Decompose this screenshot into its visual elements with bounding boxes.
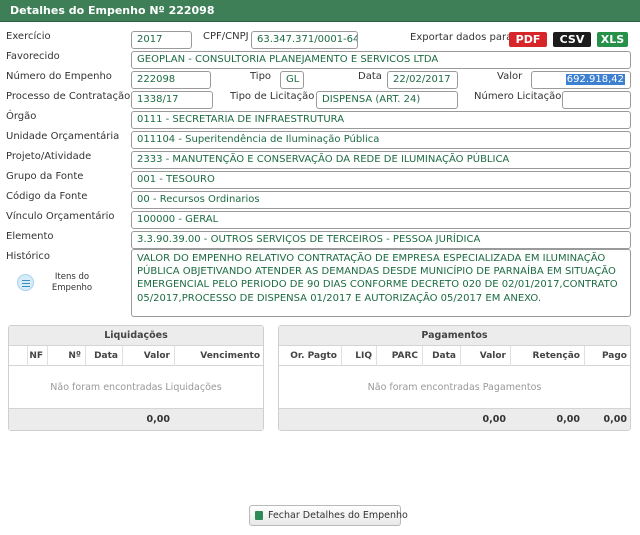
pag-col-valor[interactable]: Valor bbox=[460, 346, 510, 366]
pagamentos-header-row: Or. Pagto LIQ PARC Data Valor Retenção P… bbox=[279, 346, 630, 366]
field-numero-empenho[interactable]: 222098 bbox=[131, 71, 211, 89]
field-unidade[interactable]: 011104 - Superitendência de Iluminação P… bbox=[131, 131, 631, 149]
label-vinculo: Vínculo Orçamentário bbox=[6, 211, 115, 222]
field-valor[interactable]: 692.918,42 bbox=[531, 71, 631, 89]
field-grupo-fonte[interactable]: 001 - TESOURO bbox=[131, 171, 631, 189]
field-data[interactable]: 22/02/2017 bbox=[387, 71, 458, 89]
liq-col-vencimento[interactable]: Vencimento bbox=[174, 346, 264, 366]
export-pdf-button[interactable]: PDF bbox=[509, 32, 547, 47]
itens-label-line2: Empenho bbox=[51, 283, 93, 293]
liquidacoes-panel: Liquidações NF Nº Data Valor Vencimento … bbox=[8, 325, 264, 431]
liq-col-nf[interactable]: NF bbox=[27, 346, 47, 366]
liquidacoes-empty-message: Não foram encontradas Liquidações bbox=[50, 382, 222, 393]
field-elemento[interactable]: 3.3.90.39.00 - OUTROS SERVIÇOS DE TERCEI… bbox=[131, 231, 631, 249]
field-favorecido[interactable]: GEOPLAN - CONSULTORIA PLANEJAMENTO E SER… bbox=[131, 51, 631, 69]
field-codigo-fonte[interactable]: 00 - Recursos Ordinarios bbox=[131, 191, 631, 209]
liq-col-valor[interactable]: Valor bbox=[122, 346, 174, 366]
label-numero-empenho: Número do Empenho bbox=[6, 71, 112, 82]
field-numero-licitacao[interactable] bbox=[562, 91, 631, 109]
pagamentos-footer: 0,00 0,00 0,00 bbox=[279, 408, 630, 430]
export-xls-button[interactable]: XLS bbox=[597, 32, 628, 47]
field-processo[interactable]: 1338/17 bbox=[131, 91, 213, 109]
field-tipo-licitacao[interactable]: DISPENSA (ART. 24) bbox=[316, 91, 458, 109]
close-door-icon bbox=[255, 511, 263, 520]
liq-col-data[interactable]: Data bbox=[85, 346, 122, 366]
field-historico[interactable]: VALOR DO EMPENHO RELATIVO CONTRATAÇÃO DE… bbox=[131, 249, 631, 317]
itens-empenho-link[interactable]: Itens do Empenho bbox=[50, 272, 94, 294]
pag-col-liq[interactable]: LIQ bbox=[341, 346, 376, 366]
field-exercicio[interactable]: 2017 bbox=[131, 31, 192, 49]
dialog-title-bar: Detalhes do Empenho Nº 222098 bbox=[0, 0, 640, 22]
label-tipo-licitacao: Tipo de Licitação bbox=[230, 91, 315, 102]
close-details-label: Fechar Detalhes do Empenho bbox=[268, 510, 408, 521]
list-icon[interactable] bbox=[17, 274, 34, 291]
field-vinculo[interactable]: 100000 - GERAL bbox=[131, 211, 631, 229]
label-grupo-fonte: Grupo da Fonte bbox=[6, 171, 84, 182]
field-projeto[interactable]: 2333 - MANUTENÇÃO E CONSERVAÇÃO DA REDE … bbox=[131, 151, 631, 169]
label-tipo: Tipo bbox=[250, 71, 272, 82]
pag-col-pago[interactable]: Pago bbox=[584, 346, 631, 366]
itens-label-line1: Itens do bbox=[54, 272, 90, 282]
liquidacoes-footer: 0,00 bbox=[9, 408, 263, 430]
pagamentos-total-retencao: 0,00 bbox=[556, 414, 580, 425]
label-numero-licitacao: Número Licitação bbox=[474, 91, 562, 102]
field-tipo[interactable]: GL bbox=[280, 71, 304, 89]
pagamentos-total-valor: 0,00 bbox=[482, 414, 506, 425]
liquidacoes-title: Liquidações bbox=[9, 326, 263, 346]
label-orgao: Órgão bbox=[6, 111, 37, 122]
pagamentos-total-pago: 0,00 bbox=[603, 414, 627, 425]
label-historico: Histórico bbox=[6, 251, 51, 262]
dialog-title: Detalhes do Empenho Nº 222098 bbox=[10, 4, 215, 17]
label-projeto: Projeto/Atividade bbox=[6, 151, 92, 162]
liquidacoes-total: 0,00 bbox=[146, 414, 170, 425]
label-exportar: Exportar dados para: bbox=[410, 32, 516, 43]
pagamentos-panel: Pagamentos Or. Pagto LIQ PARC Data Valor… bbox=[278, 325, 631, 431]
pag-col-data[interactable]: Data bbox=[422, 346, 460, 366]
liquidacoes-header-row: NF Nº Data Valor Vencimento bbox=[9, 346, 263, 366]
label-favorecido: Favorecido bbox=[6, 51, 60, 62]
close-details-button[interactable]: Fechar Detalhes do Empenho bbox=[249, 505, 408, 526]
label-elemento: Elemento bbox=[6, 231, 54, 242]
pag-col-or-pagto[interactable]: Or. Pagto bbox=[279, 346, 341, 366]
label-valor: Valor bbox=[497, 71, 523, 82]
pag-col-parc[interactable]: PARC bbox=[376, 346, 422, 366]
pagamentos-empty-message: Não foram encontradas Pagamentos bbox=[367, 382, 542, 393]
field-cpf-cnpj[interactable]: 63.347.371/0001-64 bbox=[251, 31, 358, 49]
field-orgao[interactable]: 0111 - SECRETARIA DE INFRAESTRUTURA bbox=[131, 111, 631, 129]
label-processo: Processo de Contratação bbox=[6, 91, 131, 102]
label-unidade: Unidade Orçamentária bbox=[6, 131, 120, 142]
label-data: Data bbox=[358, 71, 382, 82]
label-cpf-cnpj: CPF/CNPJ bbox=[203, 31, 249, 42]
field-valor-text: 692.918,42 bbox=[565, 74, 625, 85]
export-csv-button[interactable]: CSV bbox=[553, 32, 591, 47]
liq-col-numero[interactable]: Nº bbox=[47, 346, 85, 366]
label-exercicio: Exercício bbox=[6, 31, 51, 42]
label-codigo-fonte: Código da Fonte bbox=[6, 191, 88, 202]
pagamentos-title: Pagamentos bbox=[279, 326, 630, 346]
pag-col-retencao[interactable]: Retenção bbox=[510, 346, 584, 366]
